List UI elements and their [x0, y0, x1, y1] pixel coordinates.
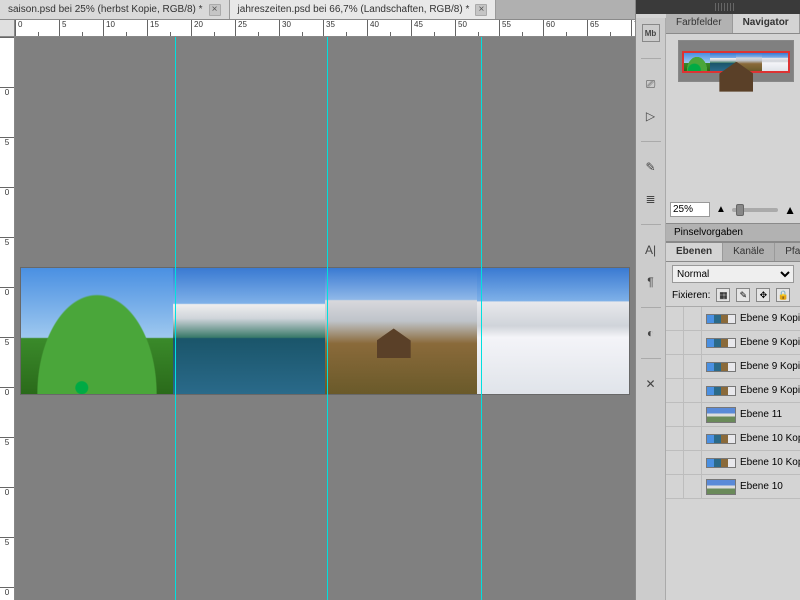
- layer-link-box[interactable]: [684, 307, 702, 330]
- lock-move-icon[interactable]: ✥: [756, 288, 770, 302]
- blend-mode-row: Normal: [666, 262, 800, 286]
- guide-vertical[interactable]: [327, 37, 328, 600]
- ruler-horizontal[interactable]: 05101520253035404550556065707580: [15, 20, 635, 37]
- image-autumn: [325, 268, 477, 394]
- layer-thumbnail[interactable]: [706, 362, 736, 372]
- layer-thumbnail[interactable]: [706, 314, 736, 324]
- layer-thumbnail[interactable]: [706, 338, 736, 348]
- layers-stack-icon[interactable]: ≣: [642, 190, 660, 208]
- layer-row[interactable]: Ebene 9 Kopie: [666, 307, 800, 331]
- layer-link-box[interactable]: [684, 379, 702, 402]
- tab-channels[interactable]: Kanäle: [723, 243, 775, 261]
- tab-layers[interactable]: Ebenen: [666, 243, 723, 261]
- layer-visibility-toggle[interactable]: [666, 379, 684, 402]
- character-icon[interactable]: A|: [642, 241, 660, 259]
- layer-thumbnail[interactable]: [706, 386, 736, 396]
- ruler-vertical[interactable]: 05050505050: [0, 37, 15, 600]
- panel-dock: Mb ⎚ ▷ ✎ ≣ A| ¶ ◐ ✕ Farbfelder Navigator: [635, 0, 800, 600]
- canvas-area[interactable]: [15, 37, 635, 600]
- navigator-thumbnail[interactable]: [678, 40, 794, 82]
- layer-name[interactable]: Ebene 9 Kopie: [740, 313, 800, 324]
- document-tab[interactable]: saison.psd bei 25% (herbst Kopie, RGB/8)…: [0, 0, 230, 19]
- tab-paths[interactable]: Pfade: [775, 243, 800, 261]
- panel-icon-strip: Mb ⎚ ▷ ✎ ≣ A| ¶ ◐ ✕: [636, 18, 666, 600]
- layer-visibility-toggle[interactable]: [666, 427, 684, 450]
- lock-transparent-icon[interactable]: ▦: [716, 288, 730, 302]
- tab-navigator[interactable]: Navigator: [733, 14, 800, 33]
- close-icon[interactable]: ×: [209, 4, 221, 16]
- actions-icon[interactable]: ▷: [642, 107, 660, 125]
- layer-name[interactable]: Ebene 9 Kopie: [740, 361, 800, 372]
- blend-mode-select[interactable]: Normal: [672, 265, 794, 283]
- layer-name[interactable]: Ebene 10 Kopie: [740, 457, 800, 468]
- zoom-out-icon[interactable]: ▲: [716, 204, 726, 215]
- layer-visibility-toggle[interactable]: [666, 475, 684, 498]
- close-icon[interactable]: ×: [475, 4, 487, 16]
- lock-label: Fixieren:: [672, 290, 710, 301]
- layer-visibility-toggle[interactable]: [666, 355, 684, 378]
- document-tab-label: saison.psd bei 25% (herbst Kopie, RGB/8)…: [8, 4, 203, 15]
- color-icon[interactable]: ◐: [642, 324, 660, 342]
- layer-row[interactable]: Ebene 11: [666, 403, 800, 427]
- layer-thumbnail[interactable]: [706, 458, 736, 468]
- layer-row[interactable]: Ebene 10: [666, 475, 800, 499]
- dock-collapse-bar[interactable]: [636, 0, 800, 14]
- layer-name[interactable]: Ebene 9 Kopie: [740, 385, 800, 396]
- layer-visibility-toggle[interactable]: [666, 403, 684, 426]
- layer-row[interactable]: Ebene 10 Kopie: [666, 451, 800, 475]
- adjustments-icon[interactable]: ⎚: [642, 75, 660, 93]
- brush-presets-header[interactable]: Pinselvorgaben: [666, 223, 800, 242]
- image-summer: [173, 268, 325, 394]
- layer-visibility-toggle[interactable]: [666, 307, 684, 330]
- layer-name[interactable]: Ebene 10: [740, 481, 800, 492]
- lock-row: Fixieren: ▦ ✎ ✥ 🔒: [666, 286, 800, 307]
- layer-name[interactable]: Ebene 9 Kopie: [740, 337, 800, 348]
- layers-panel-tabs: Ebenen Kanäle Pfade: [666, 242, 800, 262]
- document-tab-label: jahreszeiten.psd bei 66,7% (Landschaften…: [238, 4, 470, 15]
- layer-row[interactable]: Ebene 9 Kopie: [666, 355, 800, 379]
- layer-link-box[interactable]: [684, 427, 702, 450]
- ruler-origin[interactable]: [0, 20, 15, 37]
- layer-visibility-toggle[interactable]: [666, 331, 684, 354]
- lock-paint-icon[interactable]: ✎: [736, 288, 750, 302]
- layer-link-box[interactable]: [684, 403, 702, 426]
- lock-all-icon[interactable]: 🔒: [776, 288, 790, 302]
- layer-row[interactable]: Ebene 10 Kopie: [666, 427, 800, 451]
- layer-thumbnail[interactable]: [706, 434, 736, 444]
- layer-name[interactable]: Ebene 11: [740, 409, 800, 420]
- layer-row[interactable]: Ebene 9 Kopie: [666, 379, 800, 403]
- zoom-in-icon[interactable]: ▲: [784, 203, 796, 217]
- layer-row[interactable]: Ebene 9 Kopie: [666, 331, 800, 355]
- tools-icon[interactable]: ✕: [642, 375, 660, 393]
- paragraph-icon[interactable]: ¶: [642, 273, 660, 291]
- zoom-slider[interactable]: [732, 208, 778, 212]
- layer-link-box[interactable]: [684, 451, 702, 474]
- zoom-input[interactable]: [670, 202, 710, 217]
- swatches-icon[interactable]: Mb: [642, 24, 660, 42]
- layer-link-box[interactable]: [684, 475, 702, 498]
- guide-vertical[interactable]: [481, 37, 482, 600]
- navigator-panel-tabs: Farbfelder Navigator: [666, 14, 800, 34]
- guide-vertical[interactable]: [175, 37, 176, 600]
- navigator-zoom-row: ▲ ▲: [666, 196, 800, 223]
- image-spring: [21, 268, 173, 394]
- layer-name[interactable]: Ebene 10 Kopie: [740, 433, 800, 444]
- layer-thumbnail[interactable]: [706, 407, 736, 423]
- brush-icon[interactable]: ✎: [642, 158, 660, 176]
- artboard[interactable]: [21, 268, 629, 394]
- navigator-body: [666, 34, 800, 86]
- layer-visibility-toggle[interactable]: [666, 451, 684, 474]
- layer-link-box[interactable]: [684, 331, 702, 354]
- tab-swatches[interactable]: Farbfelder: [666, 14, 733, 33]
- layer-link-box[interactable]: [684, 355, 702, 378]
- image-winter: [477, 268, 629, 394]
- document-tab[interactable]: jahreszeiten.psd bei 66,7% (Landschaften…: [230, 0, 497, 19]
- layer-thumbnail[interactable]: [706, 479, 736, 495]
- layer-list: Ebene 9 Kopie Ebene 9 Kopie Ebene 9 Kopie E…: [666, 307, 800, 499]
